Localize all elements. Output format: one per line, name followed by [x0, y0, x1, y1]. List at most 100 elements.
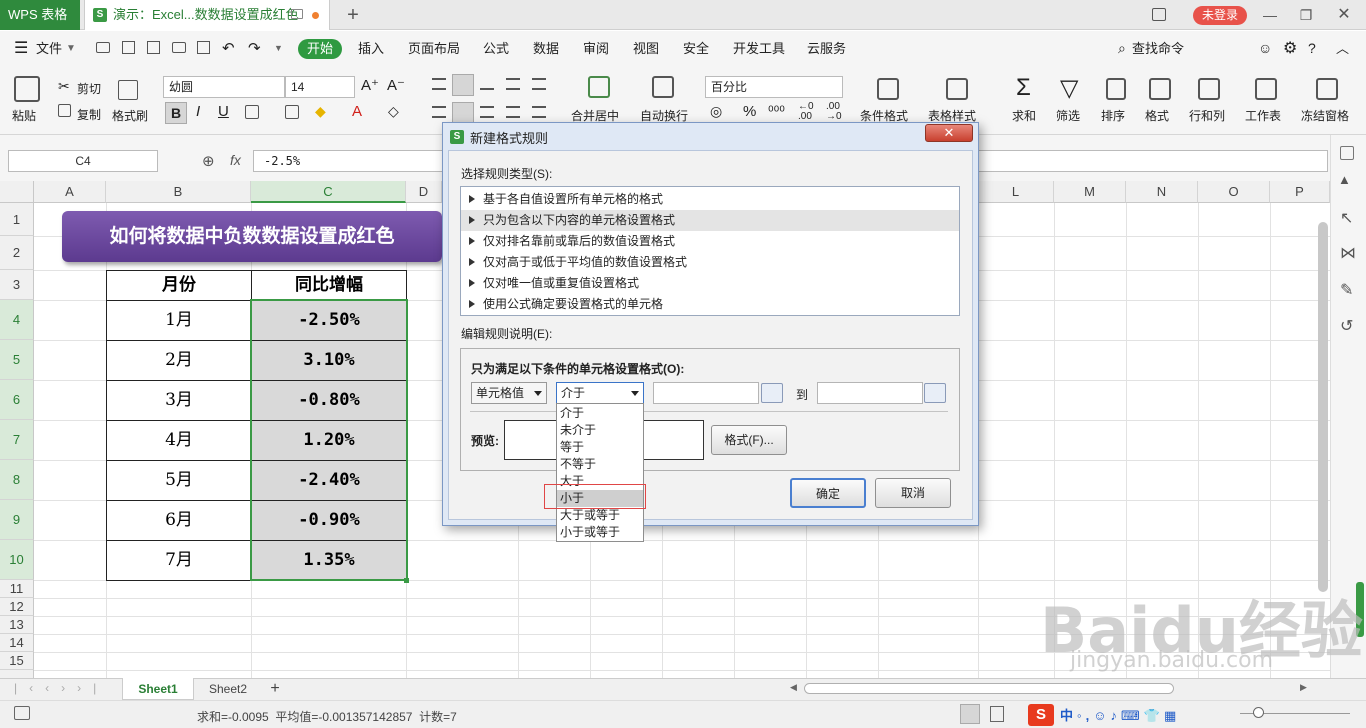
copy-label[interactable]: 复制: [77, 106, 101, 123]
row-header[interactable]: 6: [0, 380, 34, 420]
format-painter-label[interactable]: 格式刷: [112, 107, 148, 124]
row-header[interactable]: 8: [0, 460, 34, 500]
pdf-icon[interactable]: [147, 41, 160, 54]
scroll-right-icon[interactable]: ▶: [1300, 682, 1310, 694]
monitor-icon[interactable]: [291, 9, 303, 19]
align-top-icon[interactable]: [432, 78, 446, 90]
operator-option[interactable]: 不等于: [557, 456, 643, 473]
align-bottom-icon[interactable]: [480, 78, 494, 90]
restore-icon[interactable]: ❐: [1296, 5, 1316, 25]
menu-review[interactable]: 审阅: [583, 31, 609, 66]
sheet-tab-1[interactable]: Sheet1: [122, 678, 194, 700]
conditional-format-icon[interactable]: [877, 78, 899, 100]
operator-option[interactable]: 未介于: [557, 422, 643, 439]
rule-type-item[interactable]: 使用公式确定要设置格式的单元格: [461, 294, 959, 315]
month-cell[interactable]: 4月: [106, 420, 252, 461]
zoom-slider-thumb[interactable]: [1253, 707, 1264, 718]
col-header-d[interactable]: D: [406, 181, 442, 203]
sort-label[interactable]: 排序: [1101, 107, 1125, 124]
format-label[interactable]: 格式: [1145, 107, 1169, 124]
number-format-select[interactable]: 百分比: [705, 76, 843, 98]
fx-icon[interactable]: fx: [230, 152, 241, 168]
format-button[interactable]: 格式(F)...: [711, 425, 787, 455]
sheet-nav-icons[interactable]: |‹‹››|: [14, 681, 108, 695]
tablet-mode-icon[interactable]: [1152, 8, 1166, 21]
align-middle-icon[interactable]: [452, 74, 474, 96]
menu-view[interactable]: 视图: [633, 31, 659, 66]
paste-icon[interactable]: [14, 76, 40, 102]
font-color-icon[interactable]: A: [352, 103, 362, 120]
col-header-m[interactable]: M: [1054, 181, 1126, 203]
menu-insert[interactable]: 插入: [358, 31, 384, 66]
sheet-tab-2[interactable]: Sheet2: [196, 678, 260, 700]
align-left-icon[interactable]: [432, 106, 446, 118]
zoom-icon[interactable]: ⊕: [202, 152, 215, 170]
cell-fill-icon[interactable]: [285, 105, 299, 119]
row-header[interactable]: 2: [0, 236, 34, 270]
cancel-button[interactable]: 取消: [875, 478, 951, 508]
italic-icon[interactable]: I: [196, 103, 200, 120]
status-settings-icon[interactable]: [14, 706, 30, 720]
gear-icon[interactable]: ⚙: [1283, 31, 1297, 66]
distribute-icon[interactable]: [532, 106, 546, 118]
login-button[interactable]: 未登录: [1193, 6, 1247, 25]
row-header[interactable]: 12: [0, 598, 34, 616]
vertical-scrollbar[interactable]: [1318, 222, 1328, 592]
add-sheet-button[interactable]: +: [266, 678, 284, 700]
collapse-ribbon-icon[interactable]: ︿: [1336, 31, 1349, 66]
col-header-a[interactable]: A: [34, 181, 106, 203]
row-header[interactable]: 14: [0, 634, 34, 652]
row-header[interactable]: 5: [0, 340, 34, 380]
row-header[interactable]: 11: [0, 580, 34, 598]
worksheet-label[interactable]: 工作表: [1245, 107, 1281, 124]
copy-icon[interactable]: [58, 104, 71, 117]
col-header-b[interactable]: B: [106, 181, 251, 203]
freeze-panes-label[interactable]: 冻结窗格: [1301, 107, 1349, 124]
col-header-l[interactable]: L: [978, 181, 1054, 203]
month-cell[interactable]: 3月: [106, 380, 252, 421]
font-shrink-icon[interactable]: A⁻: [387, 76, 405, 94]
month-cell[interactable]: 6月: [106, 500, 252, 541]
filter-label[interactable]: 筛选: [1056, 107, 1080, 124]
row-header[interactable]: 1: [0, 203, 34, 236]
menu-developer[interactable]: 开发工具: [733, 31, 785, 66]
table-header-growth[interactable]: 同比增幅: [251, 270, 407, 301]
month-cell[interactable]: 7月: [106, 540, 252, 581]
hamburger-icon[interactable]: ☰: [14, 31, 28, 66]
open-folder-icon[interactable]: [96, 42, 110, 53]
name-box[interactable]: C4: [8, 150, 158, 172]
rule-type-item[interactable]: 仅对高于或低于平均值的数值设置格式: [461, 252, 959, 273]
chevron-down-icon[interactable]: ▼: [66, 31, 76, 66]
indent-increase-icon[interactable]: [532, 78, 546, 90]
row-col-icon[interactable]: [1198, 78, 1220, 100]
range-select-icon[interactable]: [924, 383, 946, 403]
horizontal-scrollbar[interactable]: [804, 683, 1174, 694]
sum-label[interactable]: 求和: [1012, 107, 1036, 124]
sogou-ime-icon[interactable]: S: [1028, 704, 1054, 726]
dialog-close-button[interactable]: ✕: [925, 124, 973, 142]
normal-view-icon[interactable]: [960, 704, 980, 724]
font-name-select[interactable]: 幼圆: [163, 76, 285, 98]
search-command[interactable]: 查找命令: [1132, 31, 1184, 66]
menu-data[interactable]: 数据: [533, 31, 559, 66]
filter-icon[interactable]: ▽: [1060, 74, 1078, 103]
col-header-c[interactable]: C: [251, 181, 406, 203]
paste-label[interactable]: 粘贴: [12, 107, 36, 124]
max-value-input[interactable]: [817, 382, 923, 404]
align-center-icon[interactable]: [452, 102, 474, 124]
rule-type-item[interactable]: 仅对唯一值或重复值设置格式: [461, 273, 959, 294]
format-painter-icon[interactable]: [118, 80, 138, 100]
rule-type-item[interactable]: 仅对排名靠前或靠后的数值设置格式: [461, 231, 959, 252]
justify-icon[interactable]: [506, 106, 520, 118]
sort-icon[interactable]: [1106, 78, 1126, 100]
menu-start[interactable]: 开始: [298, 39, 342, 59]
scroll-left-icon[interactable]: ◀: [790, 682, 800, 694]
table-style-icon[interactable]: [946, 78, 968, 100]
menu-formula[interactable]: 公式: [483, 31, 509, 66]
percent-icon[interactable]: %: [743, 103, 756, 120]
row-header[interactable]: 7: [0, 420, 34, 460]
currency-icon[interactable]: ◎: [710, 103, 722, 120]
menu-file[interactable]: 文件: [36, 31, 62, 66]
search-icon[interactable]: ⌕: [1118, 31, 1126, 66]
sum-icon[interactable]: Σ: [1016, 74, 1031, 102]
